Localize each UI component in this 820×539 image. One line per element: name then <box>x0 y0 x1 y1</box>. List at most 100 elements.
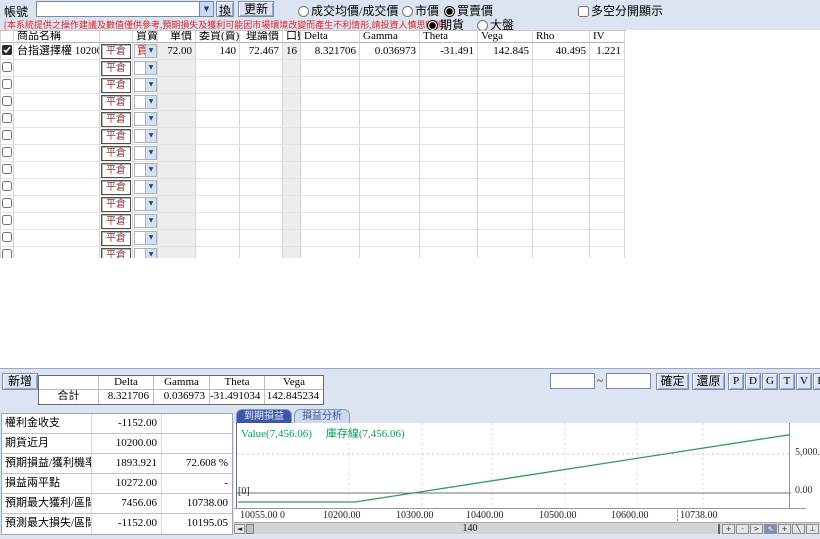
row-select-cell[interactable] <box>0 111 14 128</box>
row-checkbox[interactable] <box>2 232 12 242</box>
chevron-down-icon[interactable]: ▼ <box>145 232 156 244</box>
close-mode-cell[interactable]: 平倉 <box>100 111 133 128</box>
tab-pl-analysis[interactable]: 損益分析 <box>294 409 350 423</box>
chevron-down-icon[interactable]: ▼ <box>145 96 156 108</box>
range-to-input[interactable] <box>606 373 651 389</box>
range-from-input[interactable] <box>550 373 595 389</box>
side-dropdown[interactable]: ▼ <box>134 197 157 211</box>
close-mode-dropdown[interactable]: 平倉 <box>101 197 131 212</box>
chevron-down-icon[interactable]: ▼ <box>145 164 156 176</box>
close-mode-cell[interactable]: 平倉 <box>100 213 133 230</box>
side-dropdown[interactable]: ▼ <box>134 180 157 194</box>
account-combobox[interactable]: ▼ <box>36 1 214 17</box>
side-dropdown[interactable]: ▼ <box>134 112 157 126</box>
row-checkbox[interactable] <box>2 96 12 106</box>
row-checkbox[interactable] <box>2 198 12 208</box>
side-dropdown[interactable]: 買 ▼ <box>134 44 157 58</box>
close-mode-cell[interactable]: 平倉 <box>100 247 133 258</box>
row-checkbox[interactable] <box>2 113 12 123</box>
close-mode-dropdown[interactable]: 平倉 <box>101 214 131 229</box>
row-select-cell[interactable] <box>0 247 14 258</box>
row-checkbox[interactable] <box>2 62 12 72</box>
row-select-cell[interactable] <box>0 77 14 94</box>
close-mode-dropdown[interactable]: 平倉 <box>101 180 131 195</box>
row-checkbox[interactable] <box>2 147 12 157</box>
row-select-cell[interactable] <box>0 145 14 162</box>
radio-avg-price-input[interactable] <box>298 6 309 17</box>
close-mode-cell[interactable]: 平倉 <box>100 145 133 162</box>
radio-market-price-input[interactable] <box>402 6 413 17</box>
close-mode-dropdown[interactable]: 平倉 <box>101 163 131 178</box>
close-mode-dropdown[interactable]: 平倉 <box>101 95 131 110</box>
chart-scrollbar[interactable]: ◄ 140 + - > ⇖ + ╲ ⊥ <box>234 522 820 534</box>
greek-r-button[interactable]: R <box>813 373 820 390</box>
chevron-down-icon[interactable]: ▼ <box>145 249 156 258</box>
row-select-cell[interactable] <box>0 94 14 111</box>
close-mode-cell[interactable]: 平倉 <box>100 230 133 247</box>
side-dropdown[interactable]: ▼ <box>134 95 157 109</box>
side-dropdown[interactable]: ▼ <box>134 248 157 258</box>
chevron-down-icon[interactable]: ▼ <box>145 181 156 193</box>
close-mode-cell[interactable]: 平倉 <box>100 179 133 196</box>
chevron-down-icon[interactable]: ▼ <box>145 79 156 91</box>
trendline-tool-button[interactable]: ╲ <box>792 524 805 534</box>
radio-avg-price[interactable]: 成交均價/成交價 <box>298 2 398 19</box>
chevron-down-icon[interactable]: ▼ <box>145 45 156 57</box>
side-dropdown[interactable]: ▼ <box>134 163 157 177</box>
close-mode-cell[interactable]: 平倉 <box>100 196 133 213</box>
vline-tool-button[interactable]: ⊥ <box>806 524 819 534</box>
greek-d-button[interactable]: D <box>745 373 761 390</box>
side-cell[interactable]: ▼ <box>133 213 158 230</box>
greek-g-button[interactable]: G <box>762 373 778 390</box>
add-button[interactable]: 新增 <box>2 373 38 390</box>
row-checkbox[interactable] <box>2 181 12 191</box>
row-select-cell[interactable] <box>0 213 14 230</box>
close-mode-cell[interactable]: 平倉 <box>100 77 133 94</box>
pointer-tool-button[interactable]: ⇖ <box>764 524 777 534</box>
row-checkbox[interactable] <box>2 130 12 140</box>
side-cell[interactable]: ▼ <box>133 162 158 179</box>
split-display-checkbox-input[interactable] <box>578 6 589 17</box>
side-cell[interactable]: 買 ▼ <box>133 43 158 60</box>
chevron-down-icon[interactable]: ▼ <box>145 62 156 74</box>
close-mode-dropdown[interactable]: 平倉 <box>101 129 131 144</box>
side-cell[interactable]: ▼ <box>133 196 158 213</box>
close-mode-cell[interactable]: 平倉 <box>100 43 133 60</box>
side-cell[interactable]: ▼ <box>133 111 158 128</box>
row-select-cell[interactable] <box>0 43 14 60</box>
confirm-button[interactable]: 確定 <box>656 373 689 390</box>
greek-v-button[interactable]: V <box>796 373 812 390</box>
chevron-down-icon[interactable]: ▼ <box>145 130 156 142</box>
row-checkbox[interactable] <box>2 79 12 89</box>
close-mode-dropdown[interactable]: 平倉 <box>101 231 131 246</box>
close-mode-cell[interactable]: 平倉 <box>100 60 133 77</box>
row-checkbox[interactable] <box>2 45 12 55</box>
side-dropdown[interactable]: ▼ <box>134 146 157 160</box>
tab-expiry-pl[interactable]: 到期損益 <box>236 409 292 423</box>
close-mode-dropdown[interactable]: 平倉 <box>101 248 131 258</box>
row-select-cell[interactable] <box>0 196 14 213</box>
side-cell[interactable]: ▼ <box>133 128 158 145</box>
close-mode-dropdown[interactable]: 平倉 <box>101 61 131 76</box>
side-cell[interactable]: ▼ <box>133 145 158 162</box>
chevron-down-icon[interactable]: ▼ <box>145 113 156 125</box>
chevron-down-icon[interactable]: ▼ <box>145 215 156 227</box>
side-dropdown[interactable]: ▼ <box>134 129 157 143</box>
chevron-down-icon[interactable]: ▼ <box>145 198 156 210</box>
side-cell[interactable]: ▼ <box>133 230 158 247</box>
crosshair-tool-button[interactable]: + <box>778 524 791 534</box>
change-account-button[interactable]: 換 <box>216 1 234 18</box>
side-dropdown[interactable]: ▼ <box>134 231 157 245</box>
chevron-down-icon[interactable]: ▼ <box>199 2 213 16</box>
close-mode-cell[interactable]: 平倉 <box>100 128 133 145</box>
reset-button[interactable]: 還原 <box>692 373 725 390</box>
greek-t-button[interactable]: T <box>779 373 795 390</box>
row-select-cell[interactable] <box>0 128 14 145</box>
row-checkbox[interactable] <box>2 164 12 174</box>
row-select-cell[interactable] <box>0 179 14 196</box>
close-mode-cell[interactable]: 平倉 <box>100 162 133 179</box>
close-mode-dropdown[interactable]: 平倉 <box>101 146 131 161</box>
side-dropdown[interactable]: ▼ <box>134 78 157 92</box>
split-display-checkbox[interactable]: 多空分開顯示 <box>578 2 663 19</box>
side-dropdown[interactable]: ▼ <box>134 61 157 75</box>
